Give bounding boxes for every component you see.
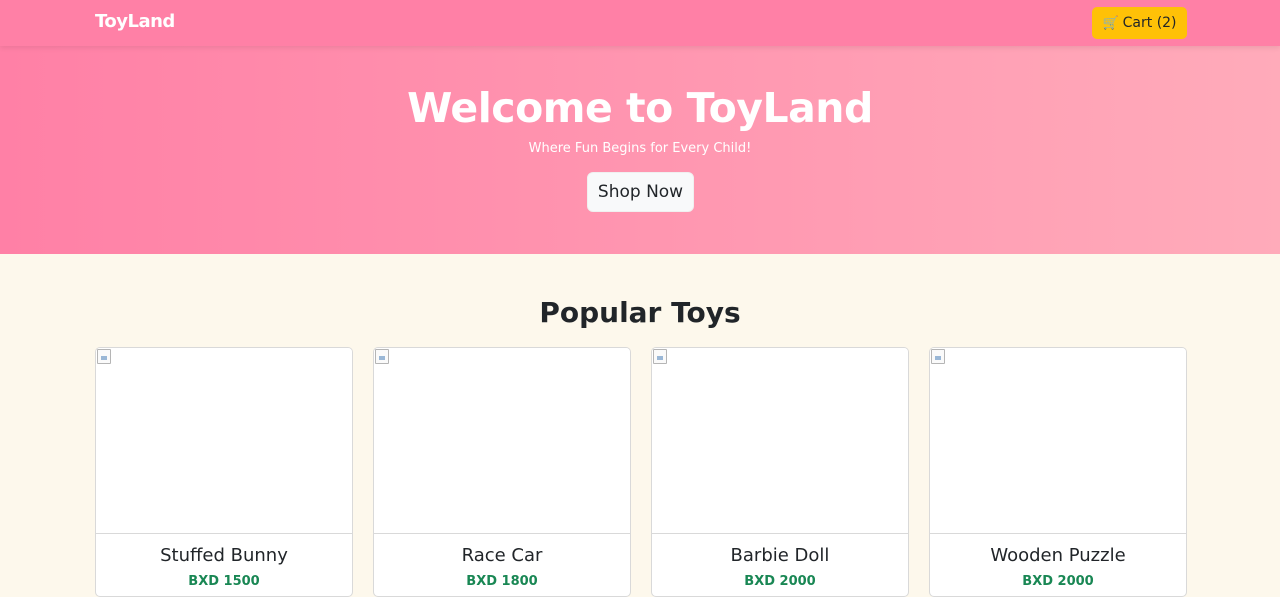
product-name: Race Car <box>461 545 543 566</box>
hero-title: Welcome to ToyLand <box>407 84 873 132</box>
product-card[interactable]: Barbie Doll BXD 2000 <box>651 347 909 597</box>
broken-image-icon <box>97 349 111 364</box>
section-title: Popular Toys <box>539 296 741 329</box>
product-name: Stuffed Bunny <box>160 545 288 566</box>
cart-label: Cart (2) <box>1122 15 1177 31</box>
shop-now-button[interactable]: Shop Now <box>587 172 694 212</box>
broken-image-icon <box>931 349 945 364</box>
product-image <box>96 348 352 534</box>
navbar: ToyLand 🛒 Cart (2) <box>0 0 1280 46</box>
product-price: BXD 1500 <box>188 574 260 589</box>
cart-button[interactable]: 🛒 Cart (2) <box>1092 7 1187 39</box>
cart-icon: 🛒 <box>1102 15 1119 31</box>
product-name: Wooden Puzzle <box>990 545 1126 566</box>
hero-banner: Welcome to ToyLand Where Fun Begins for … <box>0 46 1280 254</box>
product-price: BXD 2000 <box>744 574 816 589</box>
product-price: BXD 2000 <box>1022 574 1094 589</box>
product-card[interactable]: Race Car BXD 1800 <box>373 347 631 597</box>
product-name: Barbie Doll <box>730 545 830 566</box>
product-image <box>652 348 908 534</box>
broken-image-icon <box>653 349 667 364</box>
product-card[interactable]: Stuffed Bunny BXD 1500 <box>95 347 353 597</box>
brand-logo[interactable]: ToyLand <box>95 11 175 32</box>
product-image <box>930 348 1186 534</box>
product-image <box>374 348 630 534</box>
hero-subtitle: Where Fun Begins for Every Child! <box>528 141 752 156</box>
product-price: BXD 1800 <box>466 574 538 589</box>
product-card[interactable]: Wooden Puzzle BXD 2000 <box>929 347 1187 597</box>
broken-image-icon <box>375 349 389 364</box>
